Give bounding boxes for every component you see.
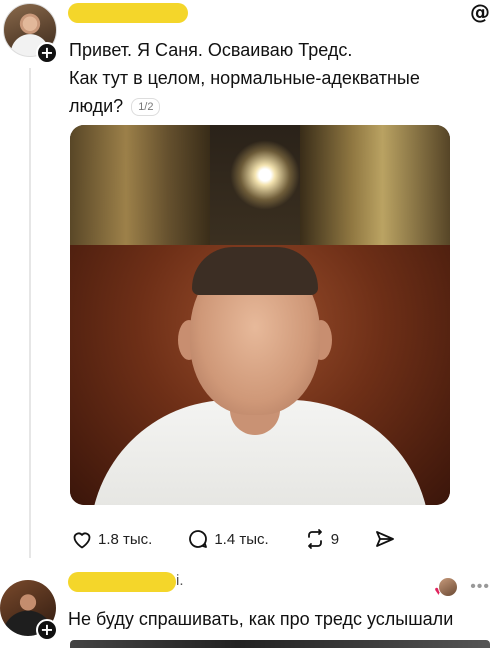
share-button[interactable] xyxy=(373,527,401,551)
photo-lamp xyxy=(230,140,300,210)
reply-text: Не буду спрашивать, как про тредс услыша… xyxy=(68,609,454,629)
post-actions-bar: 1.8 тыс. 1.4 тыс. 9 xyxy=(70,527,435,551)
more-options-icon[interactable]: ••• xyxy=(470,578,490,596)
reply-follow-plus-icon[interactable]: + xyxy=(36,619,58,641)
reply-count: 1.4 тыс. xyxy=(214,530,269,548)
redacted-reply-author-name xyxy=(68,572,176,592)
repost-icon xyxy=(307,529,322,549)
post-text: Привет. Я Саня. Осваиваю Тредс. Как тут … xyxy=(69,36,479,120)
post-text-line-2: Как тут в целом, нормальные-адекватные xyxy=(69,68,420,88)
redacted-author-name xyxy=(68,3,188,23)
follow-plus-icon[interactable]: + xyxy=(36,42,58,64)
reply-button[interactable]: 1.4 тыс. xyxy=(186,527,269,551)
thread-post: + @ Привет. Я Саня. Осваиваю Тредс. Как … xyxy=(0,0,500,570)
like-button[interactable]: 1.8 тыс. xyxy=(70,527,152,551)
photo-hair xyxy=(192,247,318,295)
post-text-line-1: Привет. Я Саня. Осваиваю Тредс. xyxy=(69,40,353,60)
post-text-line-3: люди? 1/2 xyxy=(69,92,479,120)
send-icon xyxy=(376,531,394,547)
liker-avatar xyxy=(438,576,459,597)
heart-icon xyxy=(73,532,91,549)
threads-logo-icon[interactable]: @ xyxy=(470,2,490,22)
repost-count: 9 xyxy=(330,530,340,548)
reply-meta: ♥ ••• xyxy=(434,576,490,597)
repost-button[interactable]: 9 xyxy=(303,527,339,551)
post-photo[interactable] xyxy=(70,125,450,505)
post-text-line-3-text: люди? xyxy=(69,96,124,116)
comment-bubble-icon xyxy=(189,530,208,548)
reply-author-name-tail: і. xyxy=(176,572,184,589)
like-count: 1.8 тыс. xyxy=(98,530,153,548)
thread-counter-badge: 1/2 xyxy=(131,98,161,116)
thread-line xyxy=(29,68,31,558)
reply-photo-preview[interactable] xyxy=(70,640,490,648)
